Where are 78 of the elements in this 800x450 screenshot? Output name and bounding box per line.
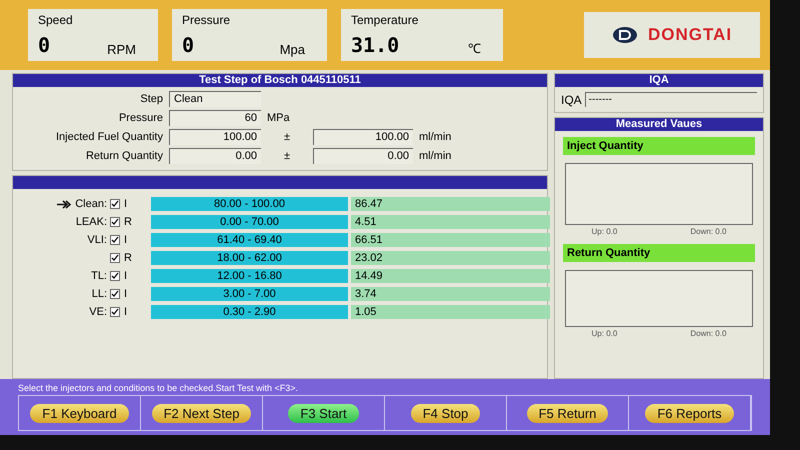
value-bar: 4.51 (351, 215, 550, 229)
field-label: Pressure (118, 112, 163, 124)
value-bar: 86.47 (351, 197, 550, 211)
channel-label: I (124, 288, 128, 300)
tolerance-field: 0.00 (313, 148, 413, 164)
function-button[interactable]: F6 Reports (645, 404, 734, 422)
readout-value: 31.0 (351, 33, 400, 57)
checkbox[interactable] (110, 217, 120, 227)
unit-label: ml/min (419, 150, 452, 162)
value-bar: 14.49 (351, 269, 550, 283)
channel-label: I (124, 234, 128, 246)
readout-value: 0 (38, 33, 52, 57)
axis-label: Down: 0.0 (690, 227, 726, 236)
function-button[interactable]: F1 Keyboard (30, 404, 129, 422)
iqa-label: IQA (561, 92, 582, 106)
field-label: Step (139, 93, 163, 105)
readout-unit: RPM (107, 42, 137, 57)
range-bar: 80.00 - 100.00 (151, 197, 348, 211)
readout-label: Speed (38, 13, 74, 27)
channel-label: R (124, 252, 132, 264)
channel-label: R (124, 216, 132, 228)
value-bar: 1.05 (351, 305, 550, 319)
function-button[interactable]: F3 Start (288, 404, 359, 422)
checkbox[interactable] (110, 271, 120, 281)
checkbox[interactable] (110, 235, 120, 245)
row-label: TL: (91, 270, 107, 282)
readout-value: 0 (182, 33, 196, 57)
logo-icon (612, 26, 638, 44)
panel-title: IQA (555, 74, 763, 87)
field-label: Injected Fuel Quantity (54, 131, 163, 143)
panel-title: Measured Vaues (555, 118, 763, 131)
axis-label: Up: 0.0 (592, 329, 618, 338)
checkbox[interactable] (110, 289, 120, 299)
axis-label: Down: 0.0 (690, 329, 726, 338)
value-field: 100.00 (169, 129, 261, 145)
chart-title: Return Quantity (563, 244, 755, 262)
channel-label: I (124, 198, 128, 210)
readout-unit: Mpa (280, 42, 306, 57)
checkbox[interactable] (110, 199, 120, 209)
row-label: VLI: (87, 234, 107, 246)
logo-text: DONGTAI (648, 25, 732, 45)
plus-minus-sign: ± (282, 150, 292, 162)
channel-label: I (124, 270, 128, 282)
unit-label: MPa (267, 112, 291, 124)
row-label: VE: (89, 306, 107, 318)
range-bar: 12.00 - 16.80 (151, 269, 348, 283)
checkbox[interactable] (110, 253, 120, 263)
range-bar: 18.00 - 62.00 (151, 251, 348, 265)
value-bar: 3.74 (351, 287, 550, 301)
step-field: Clean (169, 91, 261, 107)
function-button[interactable]: F4 Stop (410, 404, 480, 422)
range-bar: 61.40 - 69.40 (151, 233, 348, 247)
pressure-field: 60 (169, 110, 261, 126)
chart-title: Inject Quantity (563, 137, 755, 155)
value-bar: 23.02 (351, 251, 550, 265)
row-label: LEAK: (76, 216, 107, 228)
row-label: Clean: (75, 198, 107, 210)
range-bar: 0.30 - 2.90 (151, 305, 348, 319)
function-button[interactable]: F5 Return (526, 404, 608, 422)
readout-label: Pressure (182, 13, 232, 27)
function-button[interactable]: F2 Next Step (152, 404, 252, 422)
field-label: Return Quantity (84, 150, 163, 162)
panel-title: Test Step of Bosch 0445110511 (13, 74, 547, 87)
value-field: 0.00 (169, 148, 261, 164)
checkbox[interactable] (110, 307, 120, 317)
iqa-field: ------- (584, 92, 757, 107)
value-bar: 66.51 (351, 233, 550, 247)
range-bar: 3.00 - 7.00 (151, 287, 348, 301)
row-label: LL: (92, 288, 107, 300)
readout-label: Temperature (351, 13, 420, 27)
plus-minus-sign: ± (282, 131, 292, 143)
channel-label: I (124, 306, 128, 318)
status-text: Select the injectors and conditions to be checked.Start Test with <F3>. (18, 383, 299, 393)
readout-unit: ℃ (468, 40, 482, 57)
range-bar: 0.00 - 70.00 (151, 215, 348, 229)
axis-label: Up: 0.0 (592, 227, 618, 236)
unit-label: ml/min (419, 131, 452, 143)
tolerance-field: 100.00 (313, 129, 413, 145)
